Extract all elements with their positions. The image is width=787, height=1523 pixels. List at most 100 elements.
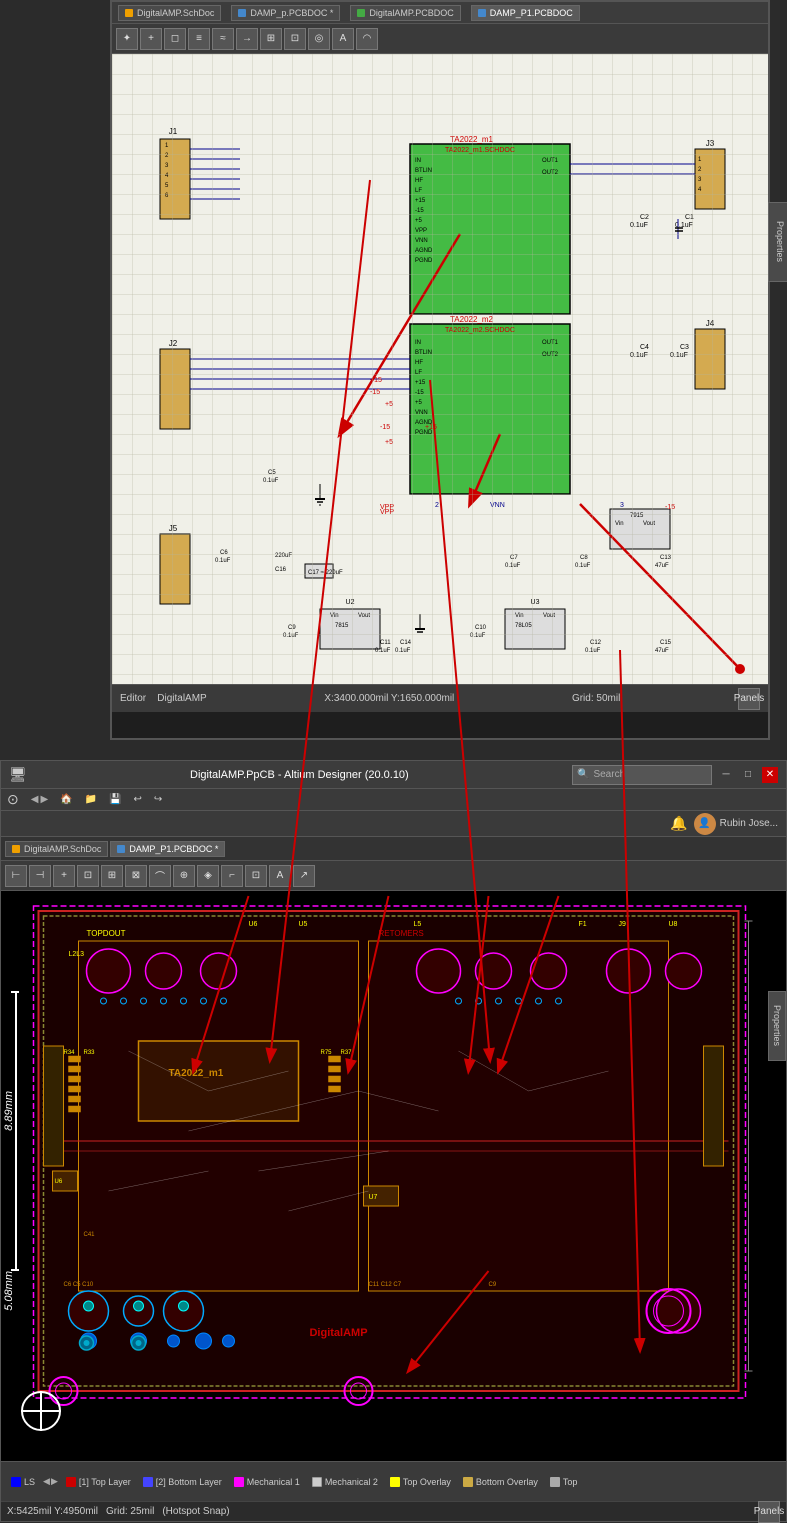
svg-text:VNN: VNN [490, 502, 505, 509]
layer-bottom-overlay[interactable]: Bottom Overlay [457, 1472, 544, 1492]
svg-text:U7: U7 [369, 1194, 378, 1201]
pcb-tab-damp-p1[interactable]: DAMP_P1.PCBDOC * [110, 841, 225, 857]
schematic-title-bar: DigitalAMP.SchDoc DAMP_p.PCBDOC * Digita… [112, 2, 768, 24]
pcb-tool-highlight[interactable]: ◈ [197, 865, 219, 887]
svg-text:RETOMERS: RETOMERS [379, 929, 424, 938]
layer-top-overlay[interactable]: Top Overlay [384, 1472, 457, 1492]
toolbar-text-btn[interactable]: A [332, 28, 354, 50]
svg-text:TA2022_m1: TA2022_m1 [169, 1068, 224, 1079]
username-label: Rubin Jose... [720, 818, 778, 829]
bell-icon[interactable]: 🔔 [670, 815, 687, 832]
layer-color-bottom-overlay [463, 1477, 473, 1487]
toolbar-net-btn[interactable]: ≈ [212, 28, 234, 50]
pcb-search-box[interactable]: 🔍 Search [572, 765, 712, 785]
close-btn[interactable]: ✕ [762, 767, 778, 783]
svg-text:C14: C14 [400, 640, 412, 646]
toolbar-circle-btn[interactable]: ◎ [308, 28, 330, 50]
svg-text:VPP: VPP [380, 509, 394, 516]
schematic-canvas: J1 1 2 3 4 5 6 TA2022_m1 TA2022_m1.SCHDO… [112, 54, 768, 684]
tab-digitalamp-pcb[interactable]: DigitalAMP.PCBDOC [350, 5, 460, 21]
pcb-window-controls: 🔍 Search ─ □ ✕ [572, 765, 778, 785]
svg-text:L2L3: L2L3 [69, 951, 85, 958]
pcb-properties-tab[interactable]: Properties [768, 991, 786, 1061]
pcb-snap: (Hotspot Snap) [162, 1506, 229, 1517]
pcb-tool-grid[interactable]: ⊞ [101, 865, 123, 887]
tab-damp-p[interactable]: DAMP_p.PCBDOC * [231, 5, 340, 21]
pcb-tab-label-damp-p1: DAMP_P1.PCBDOC * [129, 844, 218, 854]
pcb-panels-btn[interactable]: Panels [758, 1501, 780, 1523]
layer-prev-btn[interactable]: ◀ [43, 1476, 50, 1487]
menu-folder-icon: 📁 [85, 794, 97, 805]
pcb-doc-tabs: DigitalAMP.SchDoc DAMP_P1.PCBDOC * [1, 837, 786, 861]
layer-top[interactable]: [1] Top Layer [60, 1472, 137, 1492]
layer-mech2[interactable]: Mechanical 2 [306, 1472, 384, 1492]
toolbar-bus-btn[interactable]: → [236, 28, 258, 50]
svg-text:HF: HF [415, 360, 423, 366]
svg-text:7915: 7915 [630, 513, 644, 519]
svg-text:U3: U3 [531, 599, 540, 606]
pcb-tool-snap[interactable]: ⊡ [245, 865, 267, 887]
pcb-tool-arrow[interactable]: ↗ [293, 865, 315, 887]
pcb-tool-arc[interactable]: ⌒ [149, 865, 171, 887]
svg-text:R33: R33 [84, 1050, 96, 1056]
pcb-tool-square[interactable]: ⊡ [77, 865, 99, 887]
svg-text:VNN: VNN [415, 410, 428, 416]
svg-text:C17 ≈ 220uF: C17 ≈ 220uF [308, 570, 343, 576]
tab-label-damp-p: DAMP_p.PCBDOC * [250, 8, 333, 18]
svg-text:C8: C8 [580, 555, 588, 561]
svg-text:Vout: Vout [643, 521, 655, 527]
pcb-canvas: 8.89mm 5.08mm TA2022_m1 T [1, 891, 786, 1461]
toolbar-wire-btn[interactable]: ≡ [188, 28, 210, 50]
svg-text:C9: C9 [489, 1282, 497, 1288]
pcb-tool-text[interactable]: A [269, 865, 291, 887]
pcb-tool-route[interactable]: ⊣ [29, 865, 51, 887]
svg-text:PGND: PGND [415, 258, 433, 264]
measurement-label-1: 8.89mm [3, 1091, 15, 1131]
layer-mech1[interactable]: Mechanical 1 [228, 1472, 306, 1492]
toolbar-cursor-btn[interactable]: ✦ [116, 28, 138, 50]
toolbar-rect-btn[interactable]: ◻ [164, 28, 186, 50]
pcb-tool-cross[interactable]: ⊕ [173, 865, 195, 887]
svg-text:-15: -15 [415, 208, 424, 214]
tab-damp-p1[interactable]: DAMP_P1.PCBDOC [471, 5, 580, 21]
toolbar-snap-btn[interactable]: ⊡ [284, 28, 306, 50]
schematic-properties-tab[interactable]: Properties [768, 202, 787, 282]
svg-text:+5: +5 [385, 439, 393, 446]
svg-text:BTLIN: BTLIN [415, 168, 432, 174]
toolbar-arc-btn[interactable]: ◠ [356, 28, 378, 50]
svg-text:C10: C10 [475, 625, 487, 631]
pcb-tool-corner[interactable]: ⌐ [221, 865, 243, 887]
svg-text:-15: -15 [370, 389, 380, 396]
svg-text:0.1uF: 0.1uF [470, 633, 486, 639]
svg-text:C13: C13 [660, 555, 672, 561]
minimize-btn[interactable]: ─ [718, 767, 734, 783]
svg-text:Vin: Vin [615, 521, 624, 527]
tab-schematic-schdoc[interactable]: DigitalAMP.SchDoc [118, 5, 221, 21]
layer-color-ls [11, 1477, 21, 1487]
layer-bottom[interactable]: [2] Bottom Layer [137, 1472, 228, 1492]
pcb-tool-add[interactable]: + [53, 865, 75, 887]
tab-dot-blue1 [238, 9, 246, 17]
measurement-label-2: 5.08mm [3, 1271, 15, 1311]
schematic-panels-btn[interactable]: Panels [738, 688, 760, 710]
toolbar-grid-btn[interactable]: ⊞ [260, 28, 282, 50]
svg-text:J9: J9 [619, 921, 627, 928]
layer-top-only[interactable]: Top [544, 1472, 584, 1492]
toolbar-add-btn[interactable]: + [140, 28, 162, 50]
layer-next-btn[interactable]: ▶ [51, 1476, 58, 1487]
nav-arrow-right[interactable]: ▶ [40, 794, 48, 805]
pcb-tool-cursor[interactable]: ⊢ [5, 865, 27, 887]
maximize-btn[interactable]: □ [740, 767, 756, 783]
svg-text:0.1uF: 0.1uF [263, 478, 279, 484]
tab-dot-yellow [125, 9, 133, 17]
nav-arrow-left[interactable]: ◀ [31, 794, 39, 805]
svg-text:-15: -15 [415, 390, 424, 396]
pcb-tab-schdoc[interactable]: DigitalAMP.SchDoc [5, 841, 108, 857]
layer-label-top: [1] Top Layer [79, 1477, 131, 1487]
pcb-window: 🖥 DigitalAMP.PpCB - Altium Designer (20.… [0, 760, 787, 1522]
schematic-svg: J1 1 2 3 4 5 6 TA2022_m1 TA2022_m1.SCHDO… [112, 54, 768, 684]
layer-ls[interactable]: LS [5, 1472, 41, 1492]
svg-text:OUT1: OUT1 [542, 340, 559, 346]
layer-color-top-overlay [390, 1477, 400, 1487]
pcb-tool-measure[interactable]: ⊠ [125, 865, 147, 887]
